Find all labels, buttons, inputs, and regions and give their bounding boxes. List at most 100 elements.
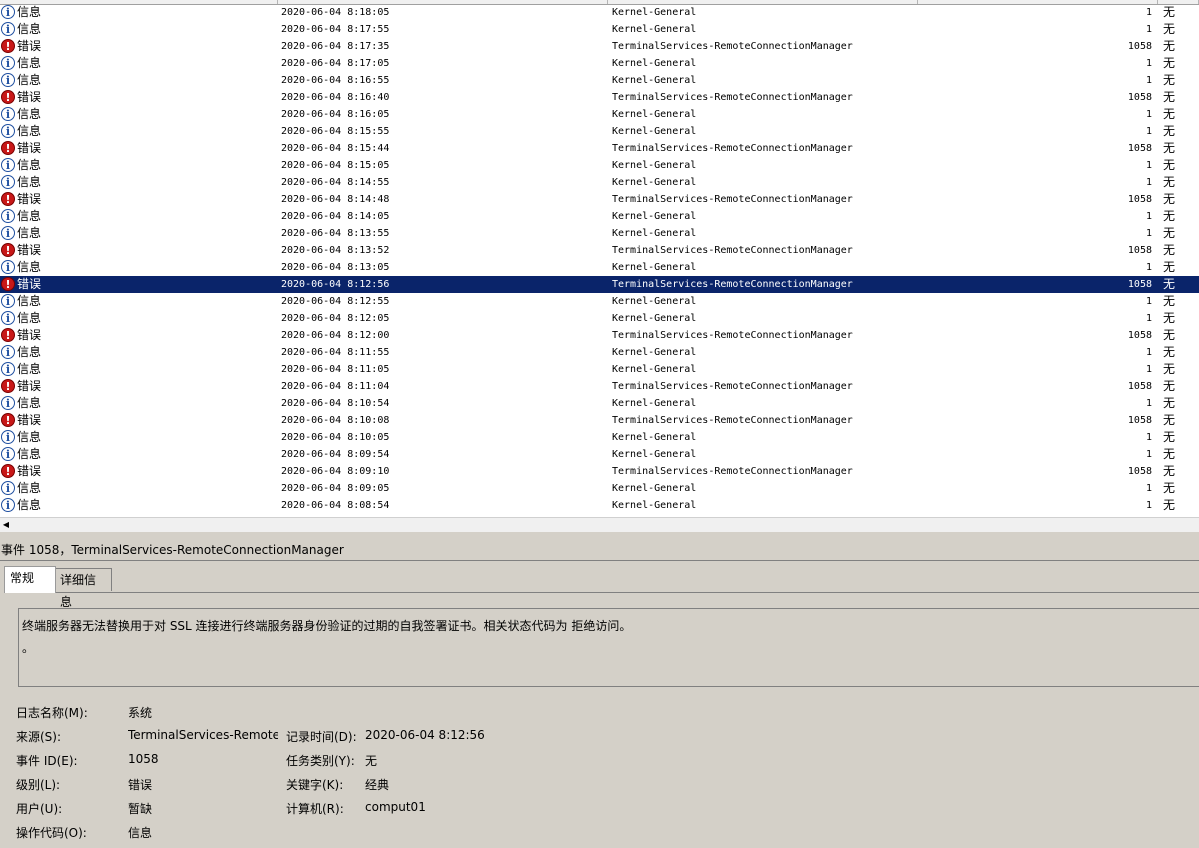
- row-task: 无: [1163, 226, 1176, 240]
- error-icon: !: [1, 141, 15, 155]
- scroll-left-arrow-icon[interactable]: ◀: [0, 518, 12, 532]
- row-level: 信息: [17, 294, 42, 308]
- table-row[interactable]: i 信息 2020-06-04 8:14:55 Kernel-General 1 无: [0, 174, 1199, 191]
- level-value: 错误: [128, 778, 153, 792]
- message-box[interactable]: 终端服务器无法替换用于对 SSL 连接进行终端服务器身份验证的过期的自我签署证书…: [18, 608, 1199, 687]
- row-event-id: 1: [1145, 24, 1152, 35]
- logged-label: 记录时间(D):: [286, 730, 357, 744]
- info-icon: i: [1, 311, 15, 325]
- table-row[interactable]: i 信息 2020-06-04 8:14:05 Kernel-General 1 无: [0, 208, 1199, 225]
- row-date: 2020-06-04 8:15:05: [281, 160, 390, 171]
- row-event-id: 1: [1145, 7, 1152, 18]
- table-row[interactable]: ! 错误 2020-06-04 8:16:40 TerminalServices-Re…: [0, 89, 1199, 106]
- row-task: 无: [1163, 73, 1176, 87]
- table-row[interactable]: i 信息 2020-06-04 8:17:05 Kernel-General 1 无: [0, 55, 1199, 72]
- row-event-id: 1: [1145, 177, 1152, 188]
- row-event-id: 1: [1145, 483, 1152, 494]
- row-task: 无: [1163, 5, 1176, 19]
- table-row[interactable]: ! 错误 2020-06-04 8:12:00 TerminalServices-Re…: [0, 327, 1199, 344]
- row-date: 2020-06-04 8:12:00: [281, 330, 390, 341]
- table-row[interactable]: i 信息 2020-06-04 8:11:05 Kernel-General 1 无: [0, 361, 1199, 378]
- table-row[interactable]: ! 错误 2020-06-04 8:10:08 TerminalServices-Re…: [0, 412, 1199, 429]
- row-level: 信息: [17, 209, 42, 223]
- row-date: 2020-06-04 8:11:05: [281, 364, 390, 375]
- row-source: Kernel-General: [612, 177, 697, 188]
- table-row[interactable]: i 信息 2020-06-04 8:09:05 Kernel-General 1 无: [0, 480, 1199, 497]
- table-row[interactable]: i 信息 2020-06-04 8:10:05 Kernel-General 1 无: [0, 429, 1199, 446]
- row-date: 2020-06-04 8:11:55: [281, 347, 390, 358]
- row-level: 错误: [17, 243, 42, 257]
- row-source: TerminalServices-RemoteConnectionManager: [612, 194, 853, 205]
- horizontal-scrollbar[interactable]: ◀: [0, 517, 1199, 532]
- table-row[interactable]: i 信息 2020-06-04 8:12:05 Kernel-General 1 无: [0, 310, 1199, 327]
- row-source: Kernel-General: [612, 398, 697, 409]
- user-value: 暂缺: [128, 802, 153, 816]
- table-row[interactable]: ! 错误 2020-06-04 8:17:35 TerminalServices-Re…: [0, 38, 1199, 55]
- table-row[interactable]: i 信息 2020-06-04 8:08:54 Kernel-General 1 无: [0, 497, 1199, 514]
- table-row[interactable]: i 信息 2020-06-04 8:13:05 Kernel-General 1 无: [0, 259, 1199, 276]
- error-icon: !: [1, 379, 15, 393]
- tab-details[interactable]: 详细信息: [54, 568, 112, 609]
- table-row[interactable]: i 信息 2020-06-04 8:12:55 Kernel-General 1 无: [0, 293, 1199, 310]
- table-row[interactable]: i 信息 2020-06-04 8:18:05 Kernel-General 1 无: [0, 4, 1199, 21]
- opcode-value: 信息: [128, 826, 153, 840]
- row-source: Kernel-General: [612, 483, 697, 494]
- row-task: 无: [1163, 192, 1176, 206]
- row-task: 无: [1163, 498, 1176, 512]
- info-icon: i: [1, 73, 15, 87]
- row-date: 2020-06-04 8:17:05: [281, 58, 390, 69]
- row-task: 无: [1163, 447, 1176, 461]
- event-list[interactable]: i 信息 2020-06-04 8:18:05 Kernel-General 1 无 i 信息…: [0, 0, 1199, 517]
- row-date: 2020-06-04 8:08:54: [281, 500, 390, 511]
- table-row[interactable]: i 信息 2020-06-04 8:11:55 Kernel-General 1 无: [0, 344, 1199, 361]
- row-event-id: 1: [1145, 313, 1152, 324]
- row-event-id: 1058: [1127, 279, 1152, 290]
- row-date: 2020-06-04 8:11:04: [281, 381, 390, 392]
- event-id-label: 事件 ID(E):: [16, 754, 78, 768]
- table-row[interactable]: ! 错误 2020-06-04 8:12:56 TerminalServices-Re…: [0, 276, 1199, 293]
- row-level: 错误: [17, 192, 42, 206]
- row-source: Kernel-General: [612, 262, 697, 273]
- table-row[interactable]: i 信息 2020-06-04 8:15:55 Kernel-General 1 无: [0, 123, 1199, 140]
- info-icon: i: [1, 158, 15, 172]
- info-icon: i: [1, 209, 15, 223]
- row-task: 无: [1163, 362, 1176, 376]
- row-level: 信息: [17, 362, 42, 376]
- row-task: 无: [1163, 158, 1176, 172]
- table-row[interactable]: ! 错误 2020-06-04 8:15:44 TerminalServices-Re…: [0, 140, 1199, 157]
- event-message-tail: 。: [22, 641, 35, 655]
- row-source: Kernel-General: [612, 449, 697, 460]
- table-row[interactable]: i 信息 2020-06-04 8:16:55 Kernel-General 1 无: [0, 72, 1199, 89]
- table-row[interactable]: i 信息 2020-06-04 8:17:55 Kernel-General 1 无: [0, 21, 1199, 38]
- row-task: 无: [1163, 260, 1176, 274]
- table-row[interactable]: i 信息 2020-06-04 8:09:54 Kernel-General 1 无: [0, 446, 1199, 463]
- info-icon: i: [1, 226, 15, 240]
- table-row[interactable]: i 信息 2020-06-04 8:15:05 Kernel-General 1 无: [0, 157, 1199, 174]
- event-rows: i 信息 2020-06-04 8:18:05 Kernel-General 1 无 i 信息…: [0, 4, 1199, 514]
- log-name-label: 日志名称(M):: [16, 706, 88, 720]
- row-date: 2020-06-04 8:13:05: [281, 262, 390, 273]
- table-row[interactable]: i 信息 2020-06-04 8:16:05 Kernel-General 1 无: [0, 106, 1199, 123]
- table-row[interactable]: ! 错误 2020-06-04 8:11:04 TerminalServices-Re…: [0, 378, 1199, 395]
- row-date: 2020-06-04 8:10:08: [281, 415, 390, 426]
- divider: [0, 560, 1199, 561]
- row-source: Kernel-General: [612, 228, 697, 239]
- source-value: TerminalServices-RemoteConnectionManager: [128, 728, 278, 742]
- tab-general[interactable]: 常规: [4, 566, 56, 593]
- table-row[interactable]: ! 错误 2020-06-04 8:09:10 TerminalServices-Re…: [0, 463, 1199, 480]
- log-name-value: 系统: [128, 706, 153, 720]
- event-message: 终端服务器无法替换用于对 SSL 连接进行终端服务器身份验证的过期的自我签署证书…: [22, 619, 632, 633]
- level-label: 级别(L):: [16, 778, 61, 792]
- computer-label: 计算机(R):: [286, 802, 344, 816]
- row-event-id: 1: [1145, 364, 1152, 375]
- table-row[interactable]: ! 错误 2020-06-04 8:13:52 TerminalServices-Re…: [0, 242, 1199, 259]
- row-level: 信息: [17, 22, 42, 36]
- table-row[interactable]: i 信息 2020-06-04 8:13:55 Kernel-General 1 无: [0, 225, 1199, 242]
- table-row[interactable]: ! 错误 2020-06-04 8:14:48 TerminalServices-Re…: [0, 191, 1199, 208]
- row-date: 2020-06-04 8:16:55: [281, 75, 390, 86]
- row-event-id: 1: [1145, 500, 1152, 511]
- row-task: 无: [1163, 90, 1176, 104]
- info-icon: i: [1, 260, 15, 274]
- row-date: 2020-06-04 8:09:10: [281, 466, 390, 477]
- table-row[interactable]: i 信息 2020-06-04 8:10:54 Kernel-General 1 无: [0, 395, 1199, 412]
